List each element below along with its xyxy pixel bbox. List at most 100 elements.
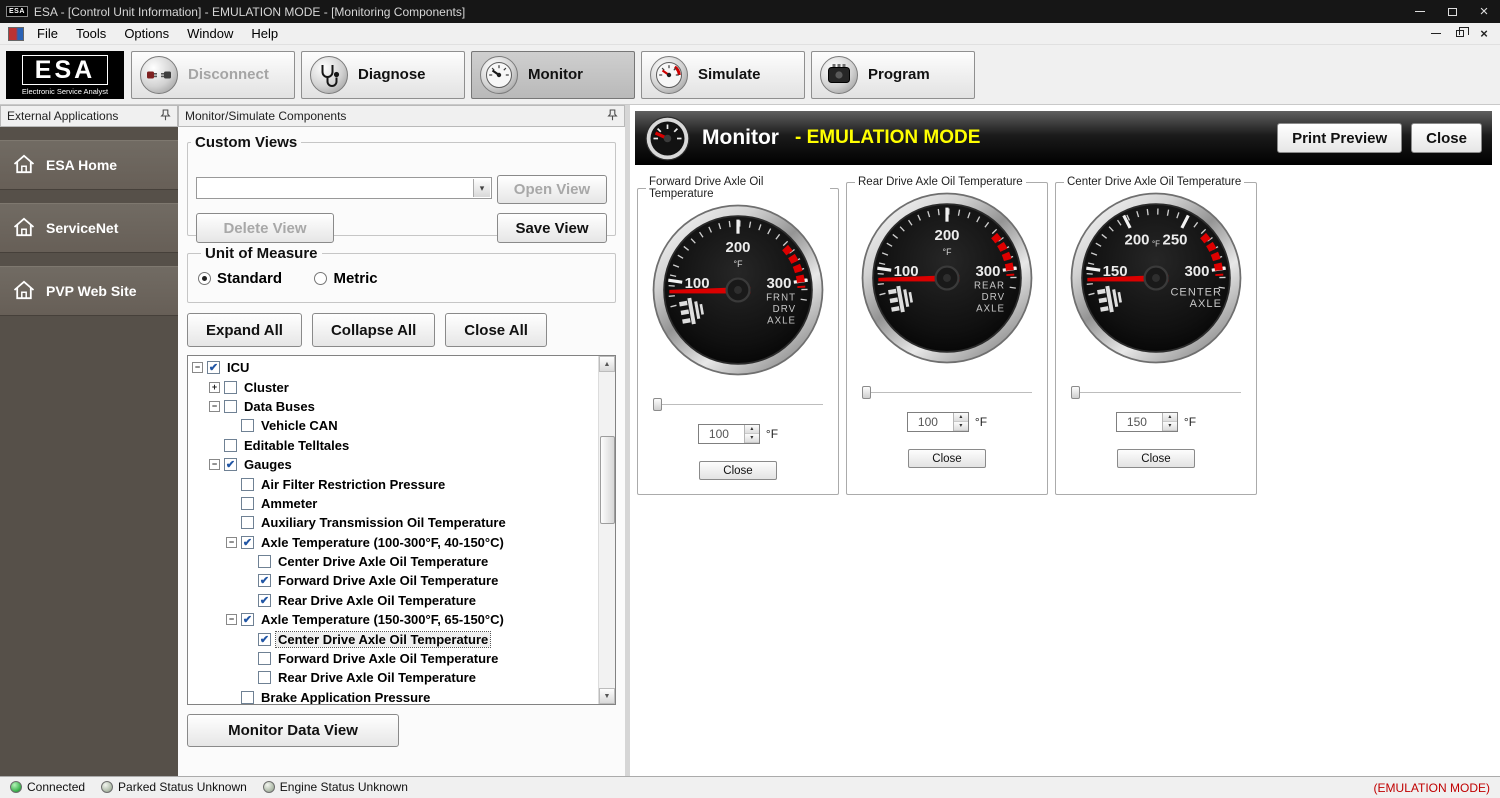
tree-checkbox[interactable] xyxy=(241,419,254,432)
slider-thumb[interactable] xyxy=(862,386,871,399)
tree-node[interactable]: ✔ Forward Drive Axle Oil Temperature xyxy=(188,571,598,590)
collapse-all-button[interactable]: Collapse All xyxy=(312,313,435,347)
chevron-down-icon[interactable]: ▾ xyxy=(473,179,490,197)
spinner-down-icon[interactable]: ▾ xyxy=(954,422,968,431)
gauge-slider[interactable] xyxy=(1071,386,1241,399)
tree-node[interactable]: Auxiliary Transmission Oil Temperature xyxy=(188,513,598,532)
gauge-slider[interactable] xyxy=(862,386,1032,399)
tree-checkbox[interactable]: ✔ xyxy=(224,458,237,471)
tree-node-label[interactable]: Rear Drive Axle Oil Temperature xyxy=(276,670,478,685)
minimize-button[interactable] xyxy=(1404,0,1436,23)
tree-node-label[interactable]: Editable Telltales xyxy=(242,438,351,453)
sidebar-item-esa-home[interactable]: ESA Home xyxy=(0,140,178,190)
tree-node-label[interactable]: Gauges xyxy=(242,457,294,472)
simulate-button[interactable]: Simulate xyxy=(641,51,805,99)
monitor-button[interactable]: Monitor xyxy=(471,51,635,99)
collapse-node-icon[interactable]: − xyxy=(192,362,203,373)
tree-node-label[interactable]: Vehicle CAN xyxy=(259,418,340,433)
gauge-value-input[interactable]: 100▴▾ xyxy=(698,424,760,444)
tree-checkbox[interactable] xyxy=(241,478,254,491)
tree-checkbox[interactable]: ✔ xyxy=(207,361,220,374)
tree-node[interactable]: Ammeter xyxy=(188,494,598,513)
sidebar-item-pvp-web-site[interactable]: PVP Web Site xyxy=(0,266,178,316)
tree-checkbox[interactable] xyxy=(224,400,237,413)
tree-node[interactable]: + Cluster xyxy=(188,377,598,396)
print-preview-button[interactable]: Print Preview xyxy=(1277,123,1402,153)
tree-node-label[interactable]: Ammeter xyxy=(259,496,319,511)
gauge-value[interactable]: 150 xyxy=(1117,413,1162,431)
expand-all-button[interactable]: Expand All xyxy=(187,313,302,347)
tree-checkbox[interactable]: ✔ xyxy=(241,613,254,626)
tree-node[interactable]: −✔Axle Temperature (100-300°F, 40-150°C) xyxy=(188,533,598,552)
tree-node-label[interactable]: Forward Drive Axle Oil Temperature xyxy=(276,573,500,588)
tree-node[interactable]: Vehicle CAN xyxy=(188,416,598,435)
tree-node[interactable]: − Data Buses xyxy=(188,397,598,416)
spinner-up-icon[interactable]: ▴ xyxy=(954,413,968,422)
close-window-button[interactable]: × xyxy=(1468,0,1500,23)
expand-node-icon[interactable]: + xyxy=(209,382,220,393)
scroll-down-icon[interactable]: ▼ xyxy=(599,688,615,704)
gauge-close-button[interactable]: Close xyxy=(699,461,777,480)
tree-node-label[interactable]: Axle Temperature (100-300°F, 40-150°C) xyxy=(259,535,506,550)
tree-node-label[interactable]: Data Buses xyxy=(242,399,317,414)
tree-node[interactable]: Air Filter Restriction Pressure xyxy=(188,474,598,493)
spinner-up-icon[interactable]: ▴ xyxy=(1163,413,1177,422)
tree-checkbox[interactable] xyxy=(224,439,237,452)
tree-checkbox[interactable]: ✔ xyxy=(258,594,271,607)
tree-node-label[interactable]: Auxiliary Transmission Oil Temperature xyxy=(259,515,508,530)
tree-node[interactable]: ✔Rear Drive Axle Oil Temperature xyxy=(188,591,598,610)
gauge-slider[interactable] xyxy=(653,398,823,411)
pin-icon[interactable] xyxy=(160,109,171,124)
tree-node-label[interactable]: ICU xyxy=(225,360,251,375)
gauge-value-input[interactable]: 100▴▾ xyxy=(907,412,969,432)
metric-radio[interactable]: Metric xyxy=(314,270,377,287)
tree-node-label[interactable]: Center Drive Axle Oil Temperature xyxy=(276,554,490,569)
tree-node[interactable]: Rear Drive Axle Oil Temperature xyxy=(188,668,598,687)
diagnose-button[interactable]: Diagnose xyxy=(301,51,465,99)
mdi-close-button[interactable]: × xyxy=(1472,26,1496,41)
collapse-node-icon[interactable]: − xyxy=(226,614,237,625)
monitor-data-view-button[interactable]: Monitor Data View xyxy=(187,714,399,747)
sidebar-item-servicenet[interactable]: ServiceNet xyxy=(0,203,178,253)
tree-checkbox[interactable] xyxy=(258,652,271,665)
tree-node[interactable]: Editable Telltales xyxy=(188,436,598,455)
scroll-up-icon[interactable]: ▲ xyxy=(599,356,615,372)
collapse-node-icon[interactable]: − xyxy=(209,459,220,470)
disconnect-button[interactable]: Disconnect xyxy=(131,51,295,99)
tree-node[interactable]: −✔ Axle Temperature (150-300°F, 65-150°C) xyxy=(188,610,598,629)
gauge-value[interactable]: 100 xyxy=(699,425,744,443)
tree-node-label[interactable]: Axle Temperature (150-300°F, 65-150°C) xyxy=(259,612,506,627)
delete-view-button[interactable]: Delete View xyxy=(196,213,334,243)
tree-checkbox[interactable]: ✔ xyxy=(258,574,271,587)
tree-checkbox[interactable] xyxy=(241,516,254,529)
tree-node[interactable]: Brake Application Pressure xyxy=(188,688,598,704)
tree-node[interactable]: Forward Drive Axle Oil Temperature xyxy=(188,649,598,668)
menu-item-options[interactable]: Options xyxy=(115,24,178,43)
spinner-up-icon[interactable]: ▴ xyxy=(745,425,759,434)
tree-node[interactable]: ✔ Center Drive Axle Oil Temperature xyxy=(188,629,598,648)
slider-thumb[interactable] xyxy=(653,398,662,411)
tree-checkbox[interactable] xyxy=(258,671,271,684)
tree-node-label[interactable]: Cluster xyxy=(242,380,291,395)
tree-node[interactable]: −✔ ICU xyxy=(188,358,598,377)
menu-item-window[interactable]: Window xyxy=(178,24,242,43)
tree-node-label[interactable]: Brake Application Pressure xyxy=(259,690,432,704)
tree-checkbox[interactable]: ✔ xyxy=(258,633,271,646)
program-button[interactable]: Program xyxy=(811,51,975,99)
slider-thumb[interactable] xyxy=(1071,386,1080,399)
close-all-button[interactable]: Close All xyxy=(445,313,547,347)
open-view-button[interactable]: Open View xyxy=(497,175,607,204)
standard-radio[interactable]: Standard xyxy=(198,270,282,287)
maximize-button[interactable] xyxy=(1436,0,1468,23)
collapse-node-icon[interactable]: − xyxy=(209,401,220,412)
tree-checkbox[interactable] xyxy=(224,381,237,394)
mdi-restore-button[interactable] xyxy=(1448,30,1472,37)
custom-view-select[interactable]: ▾ xyxy=(196,177,492,199)
tree-checkbox[interactable] xyxy=(241,691,254,704)
tree-node[interactable]: Center Drive Axle Oil Temperature xyxy=(188,552,598,571)
pin-icon[interactable] xyxy=(607,109,618,124)
tree-node-label[interactable]: Center Drive Axle Oil Temperature xyxy=(276,632,490,647)
gauge-close-button[interactable]: Close xyxy=(908,449,986,468)
tree-checkbox[interactable]: ✔ xyxy=(241,536,254,549)
menu-item-tools[interactable]: Tools xyxy=(67,24,115,43)
